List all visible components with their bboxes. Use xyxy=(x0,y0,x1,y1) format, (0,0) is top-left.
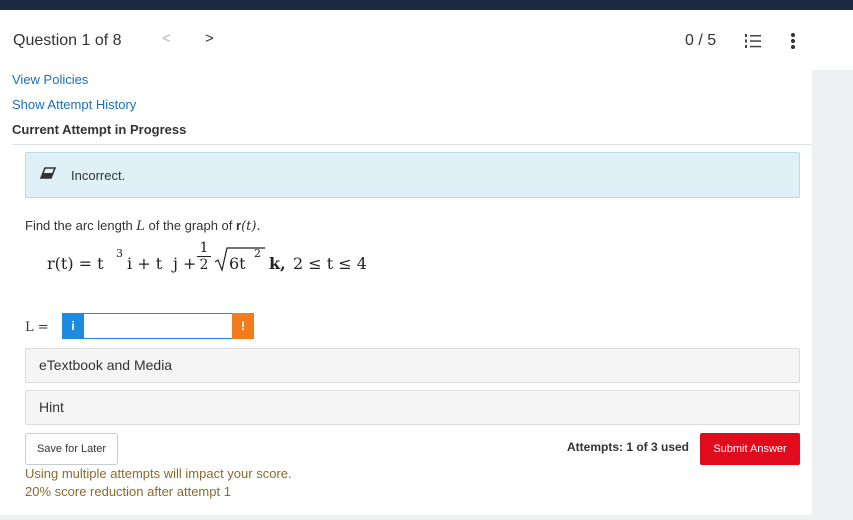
eq-lhs: r(t) = t xyxy=(47,254,104,273)
attempts-note: Using multiple attempts will impact your… xyxy=(25,466,292,481)
eq-radicand: 6t xyxy=(229,254,246,273)
info-button[interactable]: i xyxy=(62,313,84,339)
prompt-text-mid: of the graph of xyxy=(144,218,237,233)
save-for-later-button[interactable]: Save for Later xyxy=(25,433,118,465)
view-policies-link[interactable]: View Policies xyxy=(12,72,88,87)
next-question-button[interactable]: > xyxy=(205,30,214,47)
vertical-ellipsis-icon[interactable] xyxy=(789,32,797,50)
feedback-text: Incorrect. xyxy=(71,168,126,183)
warning-button[interactable]: ! xyxy=(232,313,254,339)
eq-fraction: 1 2 xyxy=(197,240,211,273)
answer-label: L = xyxy=(25,320,49,335)
eq-frac-numerator: 1 xyxy=(197,240,211,257)
prompt-variable: L xyxy=(136,219,145,234)
score-display: 0 / 5 xyxy=(685,32,717,49)
feedback-alert: Incorrect. xyxy=(25,152,800,198)
question-panel: View Policies Show Attempt History Curre… xyxy=(0,70,812,515)
eq-i-term: i + t xyxy=(127,254,163,273)
eq-exponent-3: 3 xyxy=(116,247,123,260)
question-prompt: Find the arc length L of the graph of r(… xyxy=(25,218,261,234)
top-bar xyxy=(0,0,853,10)
eq-exponent-2: 2 xyxy=(254,247,261,260)
eraser-icon xyxy=(40,167,56,179)
previous-question-button[interactable]: < xyxy=(162,30,171,47)
divider xyxy=(12,144,812,145)
question-title: Question 1 of 8 xyxy=(13,32,122,49)
prompt-text-start: Find the arc length xyxy=(25,218,137,233)
submit-answer-button[interactable]: Submit Answer xyxy=(700,433,800,465)
etextbook-media-expander[interactable]: eTextbook and Media xyxy=(25,348,800,383)
hint-expander[interactable]: Hint xyxy=(25,390,800,425)
answer-input[interactable] xyxy=(84,313,232,339)
eq-frac-denominator: 2 xyxy=(199,257,209,273)
question-header: Question 1 of 8 < > 0 / 5 xyxy=(0,10,853,70)
prompt-argument: (t). xyxy=(241,219,261,234)
eq-range: 2 ≤ t ≤ 4 xyxy=(293,254,367,273)
show-attempt-history-link[interactable]: Show Attempt History xyxy=(12,97,136,112)
score-reduction-note: 20% score reduction after attempt 1 xyxy=(25,484,231,499)
current-attempt-label: Current Attempt in Progress xyxy=(12,122,187,137)
numbered-list-icon[interactable] xyxy=(745,34,761,48)
attempts-counter: Attempts: 1 of 3 used xyxy=(567,440,690,454)
eq-j-term: j + xyxy=(173,254,197,273)
eq-k-term: k, xyxy=(269,254,286,273)
